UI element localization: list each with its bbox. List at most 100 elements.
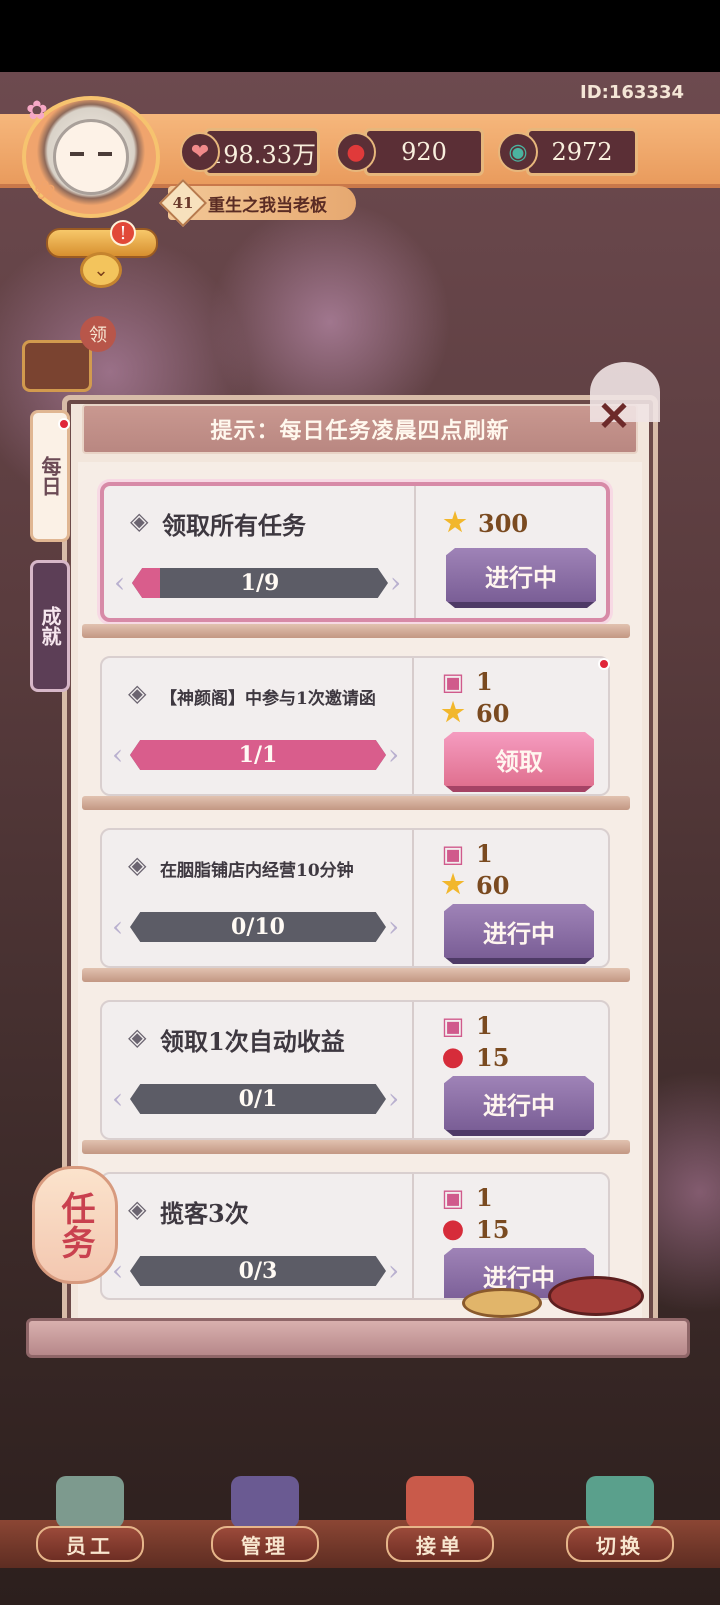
flower-decoration-icon: ❀ bbox=[34, 176, 56, 206]
staff-icon bbox=[56, 1476, 124, 1528]
task-info: ◈ 领取1次自动收益 ‹ 0/1 › bbox=[102, 1002, 414, 1138]
task-status-button[interactable]: 进行中 bbox=[446, 548, 596, 608]
shelf-divider bbox=[82, 624, 630, 638]
task-info: ◈ 领取所有任务 ‹ 1/9 › bbox=[104, 486, 416, 618]
refresh-hint-text: 提示：每日任务凌晨四点刷新 bbox=[210, 418, 510, 444]
nav-staff[interactable]: 员工 bbox=[30, 1476, 150, 1596]
chevron-left-icon: ‹ bbox=[112, 910, 124, 943]
diamond-bullet-icon: ◈ bbox=[128, 1195, 147, 1223]
reward-item: ★ 300 bbox=[440, 508, 528, 538]
shelf-divider bbox=[82, 796, 630, 810]
task-title: 在胭脂铺店内经营10分钟 bbox=[160, 861, 354, 881]
chevron-right-icon: › bbox=[388, 1254, 400, 1287]
diamond-bullet-icon: ◈ bbox=[128, 1023, 147, 1051]
progress-text: 0/1 bbox=[238, 1086, 278, 1112]
chevron-left-icon: ‹ bbox=[112, 1082, 124, 1115]
diamond-bullet-icon: ◈ bbox=[128, 851, 147, 879]
resource-hearts: 198.33万 bbox=[204, 128, 320, 176]
nav-manage[interactable]: 管理 bbox=[205, 1476, 325, 1596]
task-progress-bar: 0/3 bbox=[130, 1256, 386, 1286]
star-icon: ★ bbox=[441, 698, 465, 728]
task-title: 揽客3次 bbox=[160, 1199, 249, 1228]
task-card: ◈ 【神颜阁】中参与1次邀请函 ‹ 1/1 › ▣ 1 ★ 60 领取 bbox=[100, 656, 610, 796]
reward-item: ★ 60 bbox=[438, 698, 509, 728]
claim-badge[interactable]: 领 bbox=[80, 316, 116, 352]
nav-switch-label: 切换 bbox=[566, 1526, 674, 1562]
task-card: ◈ 领取所有任务 ‹ 1/9 › ★ 300 进行中 bbox=[100, 482, 610, 622]
player-id: ID:163334 bbox=[580, 82, 684, 103]
nav-manage-label: 管理 bbox=[211, 1526, 319, 1562]
reward-item: ● 15 bbox=[438, 1042, 510, 1072]
chest-icon: ▣ bbox=[441, 1010, 465, 1040]
shelf-divider bbox=[82, 968, 630, 982]
task-progress-bar: 0/1 bbox=[130, 1084, 386, 1114]
refresh-hint-bar: 提示：每日任务凌晨四点刷新 bbox=[82, 404, 638, 454]
panel-base bbox=[26, 1318, 690, 1358]
progress-text: 1/9 bbox=[240, 570, 280, 596]
claim-button[interactable]: 领取 bbox=[444, 732, 594, 792]
reward-item: ▣ 1 bbox=[438, 1010, 493, 1040]
resource-jade: 2972 bbox=[526, 128, 638, 176]
expand-down-icon[interactable]: ⌄ bbox=[80, 252, 122, 288]
task-status-button[interactable]: 进行中 bbox=[444, 904, 594, 964]
star-icon: ★ bbox=[441, 870, 465, 900]
treasure-chest-button[interactable] bbox=[22, 340, 92, 392]
task-lantern[interactable]: 任务 bbox=[32, 1166, 118, 1284]
nav-switch[interactable]: 切换 bbox=[560, 1476, 680, 1596]
task-progress-bar: 1/9 bbox=[132, 568, 388, 598]
manage-icon bbox=[231, 1476, 299, 1528]
tab-achievement[interactable]: 成就 bbox=[30, 560, 70, 692]
alert-badge: ! bbox=[110, 220, 136, 246]
ruby-icon: ● bbox=[441, 1214, 465, 1244]
shelf-divider bbox=[82, 1140, 630, 1154]
heart-coin-icon: ❤ bbox=[180, 132, 220, 172]
nav-order[interactable]: 接单 bbox=[380, 1476, 500, 1596]
chevron-right-icon: › bbox=[390, 566, 402, 599]
reward-item: ★ 60 bbox=[438, 870, 509, 900]
ruby-icon: ● bbox=[441, 1042, 465, 1072]
reward-item: ▣ 1 bbox=[438, 838, 493, 868]
diamond-bullet-icon: ◈ bbox=[130, 507, 149, 535]
notification-dot bbox=[58, 418, 70, 430]
task-progress-bar: 1/1 bbox=[130, 740, 386, 770]
task-title: 领取所有任务 bbox=[162, 511, 306, 540]
flower-decoration-icon: ✿ bbox=[26, 96, 48, 126]
nav-staff-label: 员工 bbox=[36, 1526, 144, 1562]
resource-ruby: 920 bbox=[364, 128, 484, 176]
task-info: ◈ 【神颜阁】中参与1次邀请函 ‹ 1/1 › bbox=[102, 658, 414, 794]
reward-item: ▣ 1 bbox=[438, 666, 493, 696]
task-progress-bar: 0/10 bbox=[130, 912, 386, 942]
reward-item: ▣ 1 bbox=[438, 1182, 493, 1212]
switch-map-icon bbox=[586, 1476, 654, 1528]
dish-decoration bbox=[462, 1288, 542, 1318]
task-info: ◈ 在胭脂铺店内经营10分钟 ‹ 0/10 › bbox=[102, 830, 414, 966]
chest-icon: ▣ bbox=[441, 838, 465, 868]
reward-item: ● 15 bbox=[438, 1214, 510, 1244]
task-title: 领取1次自动收益 bbox=[160, 1027, 345, 1056]
chevron-right-icon: › bbox=[388, 1082, 400, 1115]
chevron-left-icon: ‹ bbox=[114, 566, 126, 599]
progress-text: 1/1 bbox=[238, 742, 278, 768]
jade-coin-icon: ◉ bbox=[498, 132, 538, 172]
avatar-face bbox=[53, 119, 129, 195]
task-status-button[interactable]: 进行中 bbox=[444, 1076, 594, 1136]
status-bar bbox=[0, 0, 720, 72]
progress-text: 0/10 bbox=[231, 914, 285, 940]
player-level: 41 bbox=[172, 194, 194, 212]
diamond-bullet-icon: ◈ bbox=[128, 679, 147, 707]
chevron-right-icon: › bbox=[388, 910, 400, 943]
ink-stone-decoration bbox=[548, 1276, 644, 1316]
star-icon: ★ bbox=[443, 508, 467, 538]
chevron-right-icon: › bbox=[388, 738, 400, 771]
task-card: ◈ 领取1次自动收益 ‹ 0/1 › ▣ 1 ● 15 进行中 bbox=[100, 1000, 610, 1140]
chevron-left-icon: ‹ bbox=[112, 738, 124, 771]
task-card: ◈ 揽客3次 ‹ 0/3 › ▣ 1 ● 15 进行中 bbox=[100, 1172, 610, 1300]
close-icon[interactable]: ✕ bbox=[586, 388, 642, 444]
task-title: 【神颜阁】中参与1次邀请函 bbox=[160, 689, 376, 709]
task-info: ◈ 揽客3次 ‹ 0/3 › bbox=[102, 1174, 414, 1298]
chest-icon: ▣ bbox=[441, 666, 465, 696]
nav-order-label: 接单 bbox=[386, 1526, 494, 1562]
task-card: ◈ 在胭脂铺店内经营10分钟 ‹ 0/10 › ▣ 1 ★ 60 进行中 bbox=[100, 828, 610, 968]
notification-dot bbox=[598, 658, 610, 670]
chest-icon: ▣ bbox=[441, 1182, 465, 1212]
